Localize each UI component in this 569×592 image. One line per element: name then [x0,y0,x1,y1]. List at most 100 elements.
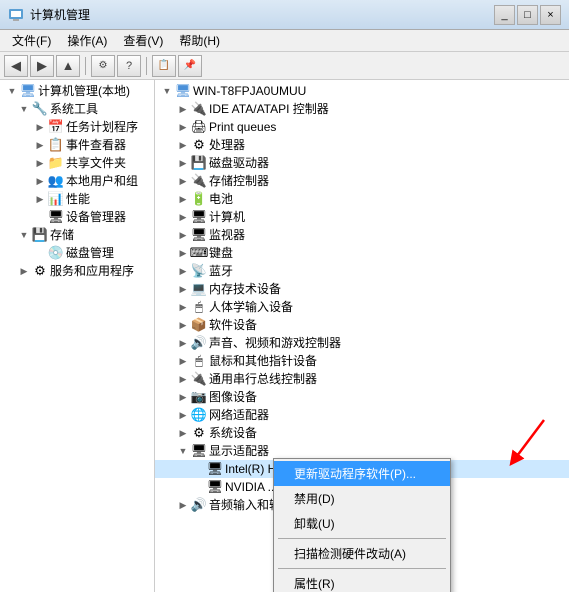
left-disk-mgmt[interactable]: ▶ 💿 磁盘管理 [0,244,154,262]
ri13-expand[interactable]: ▶ [175,335,191,351]
right-item-13[interactable]: ▶ 🔊 声音、视频和游戏控制器 [155,334,569,352]
close-button[interactable]: × [540,5,561,25]
ctx-properties[interactable]: 属性(R) [274,571,450,592]
users-expand[interactable]: ▶ [32,173,48,189]
event-label: 事件查看器 [66,139,126,151]
back-button[interactable]: ◀ [4,55,28,77]
ri5-expand[interactable]: ▶ [175,191,191,207]
right-item-2[interactable]: ▶ ⚙ 处理器 [155,136,569,154]
ri19-expand[interactable]: ▼ [175,443,191,459]
task-expand[interactable]: ▶ [32,119,48,135]
left-performance[interactable]: ▶ 📊 性能 [0,190,154,208]
system-tools-expand[interactable]: ▼ [16,101,32,117]
ri7-icon: 🖥 [191,227,207,243]
left-system-tools[interactable]: ▼ 🔧 系统工具 [0,100,154,118]
root-expand-icon[interactable]: ▼ [4,83,20,99]
main-area: ▼ 🖥 计算机管理(本地) ▼ 🔧 系统工具 ▶ 📅 任务计划程序 ▶ 📋 事件… [0,80,569,592]
ri4-icon: 🔌 [191,173,207,189]
ri7-expand[interactable]: ▶ [175,227,191,243]
ri0-expand[interactable]: ▶ [175,101,191,117]
ri15-icon: 🔌 [191,371,207,387]
perf-icon: 📊 [48,191,64,207]
ctx-scan[interactable]: 扫描检测硬件改动(A) [274,541,450,566]
ri14-expand[interactable]: ▶ [175,353,191,369]
right-item-11[interactable]: ▶ 🖱 人体学输入设备 [155,298,569,316]
left-local-users[interactable]: ▶ 👥 本地用户和组 [0,172,154,190]
left-task-scheduler[interactable]: ▶ 📅 任务计划程序 [0,118,154,136]
event-expand[interactable]: ▶ [32,137,48,153]
ri12-expand[interactable]: ▶ [175,317,191,333]
right-item-17[interactable]: ▶ 🌐 网络适配器 [155,406,569,424]
ri11-icon: 🖱 [191,299,207,315]
services-expand[interactable]: ▶ [16,263,32,279]
right-item-15[interactable]: ▶ 🔌 通用串行总线控制器 [155,370,569,388]
left-root[interactable]: ▼ 🖥 计算机管理(本地) [0,82,154,100]
right-item-10[interactable]: ▶ 💻 内存技术设备 [155,280,569,298]
right-computer-icon: 🖥 [175,83,191,99]
left-services[interactable]: ▶ ⚙ 服务和应用程序 [0,262,154,280]
right-item-8[interactable]: ▶ ⌨ 键盘 [155,244,569,262]
shared-expand[interactable]: ▶ [32,155,48,171]
help-button[interactable]: ? [117,55,141,77]
ri1-expand[interactable]: ▶ [175,119,191,135]
menu-view[interactable]: 查看(V) [115,30,171,51]
maximize-button[interactable]: □ [517,5,538,25]
left-storage[interactable]: ▼ 💾 存储 [0,226,154,244]
right-item-18[interactable]: ▶ ⚙ 系统设备 [155,424,569,442]
ri6-expand[interactable]: ▶ [175,209,191,225]
menu-action[interactable]: 操作(A) [59,30,115,51]
ctx-disable[interactable]: 禁用(D) [274,486,450,511]
ri2-expand[interactable]: ▶ [175,137,191,153]
ri9-expand[interactable]: ▶ [175,263,191,279]
up-button[interactable]: ▲ [56,55,80,77]
ri8-expand[interactable]: ▶ [175,245,191,261]
storage-expand[interactable]: ▼ [16,227,32,243]
properties-button[interactable]: 📋 [152,55,176,77]
right-item-12[interactable]: ▶ 📦 软件设备 [155,316,569,334]
right-item-6[interactable]: ▶ 🖥 计算机 [155,208,569,226]
ri2-icon: ⚙ [191,137,207,153]
ri16-expand[interactable]: ▶ [175,389,191,405]
menu-help[interactable]: 帮助(H) [171,30,228,51]
left-device-manager[interactable]: ▶ 🖥 设备管理器 [0,208,154,226]
ctx-uninstall[interactable]: 卸载(U) [274,511,450,536]
right-item-16[interactable]: ▶ 📷 图像设备 [155,388,569,406]
ri18-expand[interactable]: ▶ [175,425,191,441]
right-root[interactable]: ▼ 🖥 WIN-T8FPJA0UMUU [155,82,569,100]
ri18-label: 系统设备 [209,427,257,439]
ri1-label: Print queues [209,121,276,133]
left-shared-folders[interactable]: ▶ 📁 共享文件夹 [0,154,154,172]
ctx-update-driver[interactable]: 更新驱动程序软件(P)... [274,461,450,486]
minimize-button[interactable]: _ [494,5,515,25]
ri15-label: 通用串行总线控制器 [209,373,317,385]
extra-button[interactable]: 📌 [178,55,202,77]
perf-expand[interactable]: ▶ [32,191,48,207]
ri15-expand[interactable]: ▶ [175,371,191,387]
disk-icon: 💿 [48,245,64,261]
right-item-3[interactable]: ▶ 💾 磁盘驱动器 [155,154,569,172]
right-root-expand[interactable]: ▼ [159,83,175,99]
right-item-7[interactable]: ▶ 🖥 监视器 [155,226,569,244]
ri4-expand[interactable]: ▶ [175,173,191,189]
ri11-expand[interactable]: ▶ [175,299,191,315]
right-item-4[interactable]: ▶ 🔌 存储控制器 [155,172,569,190]
right-item-1[interactable]: ▶ 🖨 Print queues [155,118,569,136]
menu-file[interactable]: 文件(F) [4,30,59,51]
toolbar-separator-2 [146,57,147,75]
left-root-label: 计算机管理(本地) [38,85,130,97]
right-item-14[interactable]: ▶ 🖱 鼠标和其他指针设备 [155,352,569,370]
right-item-5[interactable]: ▶ 🔋 电池 [155,190,569,208]
ri17-expand[interactable]: ▶ [175,407,191,423]
right-item-0[interactable]: ▶ 🔌 IDE ATA/ATAPI 控制器 [155,100,569,118]
ri20-expand[interactable]: ▶ [175,497,191,513]
ri8-icon: ⌨ [191,245,207,261]
ctx-sep-2 [278,568,446,569]
right-item-9[interactable]: ▶ 📡 蓝牙 [155,262,569,280]
ri3-expand[interactable]: ▶ [175,155,191,171]
ri10-expand[interactable]: ▶ [175,281,191,297]
action-button[interactable]: ⚙ [91,55,115,77]
ri10-icon: 💻 [191,281,207,297]
window-controls[interactable]: _ □ × [494,5,561,25]
left-event-viewer[interactable]: ▶ 📋 事件查看器 [0,136,154,154]
forward-button[interactable]: ▶ [30,55,54,77]
